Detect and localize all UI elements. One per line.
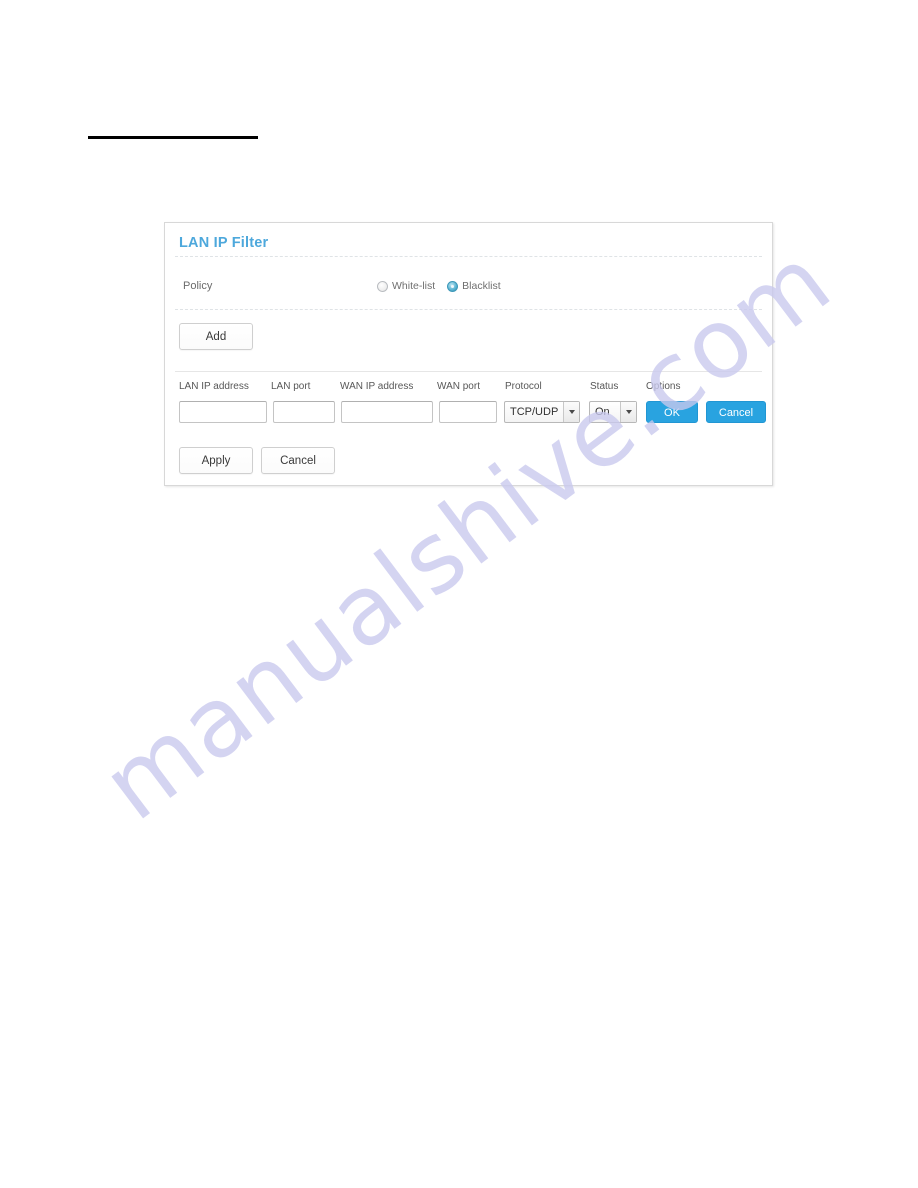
add-button[interactable]: Add — [179, 323, 253, 350]
page-title: LAN IP Filter — [179, 235, 269, 251]
column-header-status: Status — [590, 381, 619, 392]
radio-option-blacklist[interactable]: Blacklist — [447, 280, 501, 292]
lan-ip-address-input[interactable] — [179, 401, 267, 423]
column-header-lan-port: LAN port — [271, 381, 311, 392]
divider-table — [175, 371, 762, 372]
lan-port-input[interactable] — [273, 401, 335, 423]
column-header-lan-ip-address: LAN IP address — [179, 381, 249, 392]
column-header-protocol: Protocol — [505, 381, 542, 392]
divider-policy — [175, 309, 762, 310]
column-header-wan-ip-address: WAN IP address — [340, 381, 414, 392]
radio-icon-blacklist[interactable] — [447, 280, 459, 292]
protocol-select[interactable]: TCP/UDP — [504, 401, 580, 423]
apply-button[interactable]: Apply — [179, 447, 253, 474]
chevron-down-icon[interactable] — [620, 402, 636, 422]
lan-ip-filter-panel: LAN IP Filter Policy White-list Blacklis… — [164, 222, 773, 486]
row-ok-button[interactable]: OK — [646, 401, 698, 423]
footer-cancel-button[interactable]: Cancel — [261, 447, 335, 474]
status-select[interactable]: On — [589, 401, 637, 423]
radio-label-blacklist: Blacklist — [462, 280, 501, 292]
policy-label: Policy — [183, 280, 213, 292]
wan-port-input[interactable] — [439, 401, 497, 423]
divider-top — [175, 256, 762, 257]
filter-table-header: LAN IP address LAN port WAN IP address W… — [165, 381, 772, 397]
policy-radio-group: White-list Blacklist — [377, 280, 501, 292]
chevron-down-icon[interactable] — [563, 402, 579, 422]
column-header-wan-port: WAN port — [437, 381, 480, 392]
column-header-options: Options — [646, 381, 681, 392]
table-row: TCP/UDP On OK Cancel — [165, 401, 772, 425]
policy-row: Policy White-list Blacklist — [165, 275, 772, 305]
redacted-heading-bar — [88, 136, 258, 139]
watermark: manualshive.com — [83, 224, 910, 910]
radio-label-white-list: White-list — [392, 280, 436, 292]
radio-option-white-list[interactable]: White-list — [377, 280, 435, 292]
radio-icon-white-list[interactable] — [377, 280, 388, 292]
row-cancel-button[interactable]: Cancel — [706, 401, 766, 423]
wan-ip-address-input[interactable] — [341, 401, 433, 423]
protocol-select-value: TCP/UDP — [510, 406, 559, 418]
status-select-value: On — [595, 406, 610, 418]
